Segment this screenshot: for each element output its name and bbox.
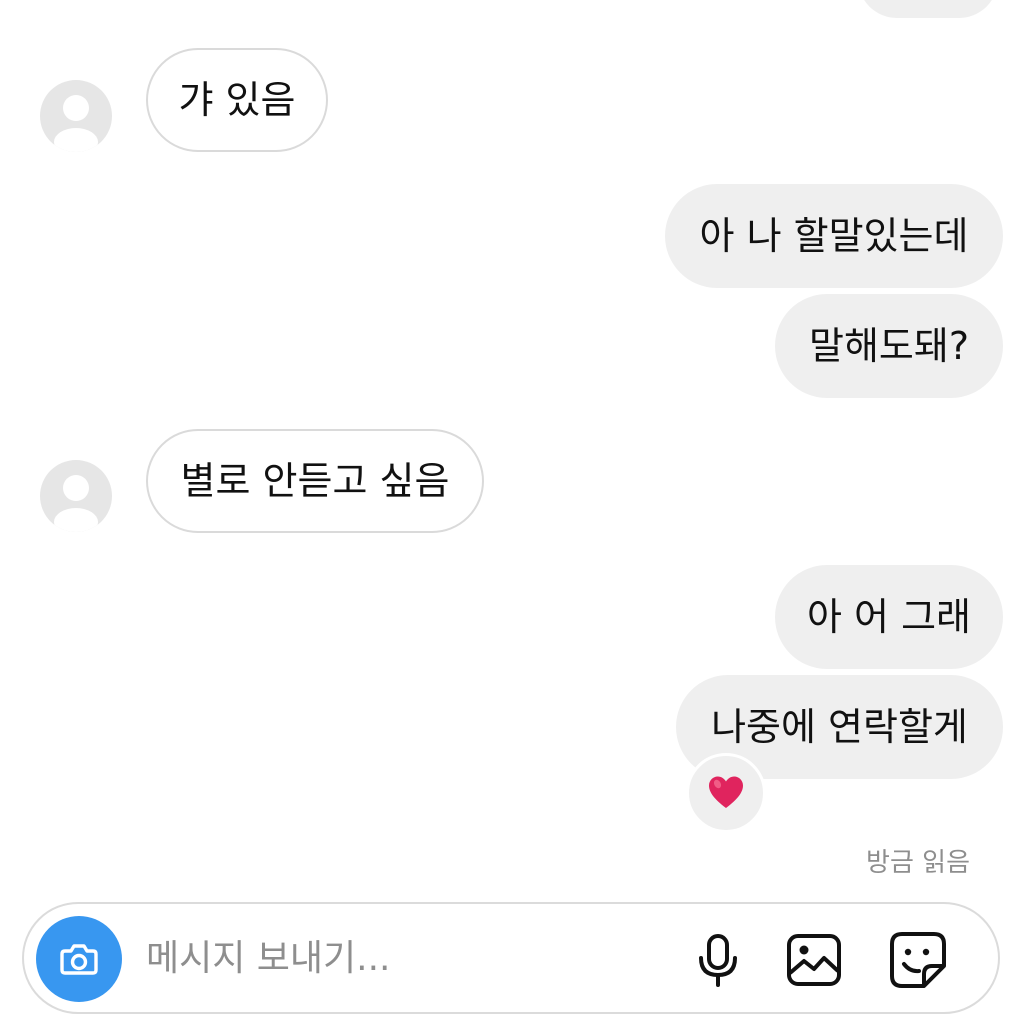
avatar[interactable] [40,80,112,152]
read-status: 방금 읽음 [866,848,970,878]
sent-message-bubble[interactable]: 아 나 할말있는데 [665,184,1003,288]
camera-icon [57,937,101,981]
message-text: 아 어 그래 [807,595,971,639]
received-message-bubble[interactable]: 갸 있음 [146,48,328,152]
message-text: 말해도돼? [808,324,969,368]
sticker-icon [888,930,948,990]
message-text: 갸 있음 [178,78,296,122]
sticker-button[interactable] [886,928,950,992]
heart-icon [706,773,746,813]
sent-message-bubble[interactable]: 말해도돼? [775,294,1003,398]
message-input[interactable] [146,928,646,988]
message-text: 별로 안듣고 싶음 [180,459,450,503]
microphone-icon [690,932,746,988]
voice-message-button[interactable] [686,928,750,992]
gallery-button[interactable] [782,928,846,992]
message-composer [22,902,1000,1014]
message-text: 아 나 할말있는데 [699,214,969,258]
partial-message-bubble [858,0,998,18]
sent-message-bubble[interactable]: 아 어 그래 [775,565,1003,669]
received-message-bubble[interactable]: 별로 안듣고 싶음 [146,429,484,533]
message-reaction[interactable] [686,753,766,833]
camera-button[interactable] [36,916,122,1002]
gallery-icon [785,931,843,989]
message-text: 나중에 연락할게 [711,705,968,749]
avatar[interactable] [40,460,112,532]
